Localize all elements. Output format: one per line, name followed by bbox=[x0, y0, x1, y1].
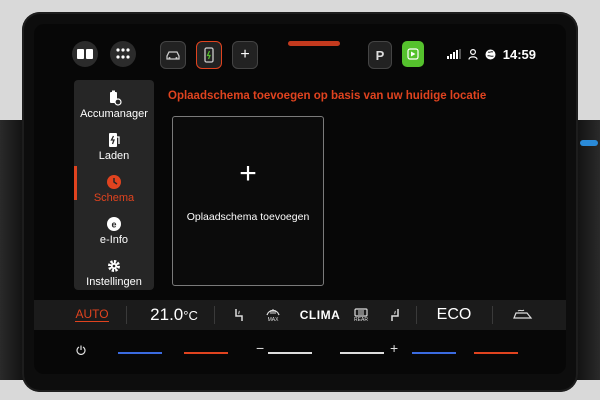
volume-slider-right[interactable] bbox=[340, 352, 384, 354]
seat-heat-icon bbox=[391, 309, 399, 321]
schedule-icon bbox=[107, 175, 121, 189]
top-bar: + P 14:59 bbox=[34, 24, 566, 70]
battery-manager-icon bbox=[110, 90, 122, 106]
divider bbox=[126, 306, 127, 324]
sidebar-item-accumanager[interactable]: Accumanager bbox=[74, 84, 154, 126]
parking-button[interactable]: P bbox=[368, 41, 392, 69]
temperature-unit: °C bbox=[183, 307, 198, 323]
auto-climate-button[interactable]: AUTO bbox=[72, 300, 112, 330]
page-title: Oplaadschema toevoegen op basis van uw h… bbox=[168, 90, 487, 102]
signal-strength-icon bbox=[446, 49, 461, 59]
ambient-light-strip bbox=[580, 140, 598, 146]
passenger-temp-slider-warm[interactable] bbox=[474, 352, 518, 354]
add-charging-schedule-card[interactable]: + Oplaadschema toevoegen bbox=[172, 116, 324, 286]
status-area: 14:59 bbox=[446, 42, 536, 66]
driver-temp-slider-warm[interactable] bbox=[184, 352, 228, 354]
eco-mode-button[interactable]: ECO bbox=[432, 300, 476, 330]
gear-icon bbox=[108, 260, 120, 272]
user-profile-icon bbox=[468, 48, 478, 60]
dashboard-right bbox=[576, 120, 600, 380]
charging-shortcut-button[interactable] bbox=[196, 41, 222, 69]
sidebar-item-label: Schema bbox=[93, 192, 135, 204]
divider bbox=[492, 306, 493, 324]
car-icon bbox=[166, 51, 180, 60]
sidebar-item-instellingen[interactable]: Instellingen bbox=[74, 252, 154, 294]
driver-temp-slider-cold[interactable] bbox=[118, 352, 162, 354]
split-screen-icon bbox=[77, 49, 93, 59]
add-shortcut-button[interactable]: + bbox=[232, 41, 258, 69]
seat-heat-icon bbox=[235, 309, 243, 321]
sidebar-item-laden[interactable]: Laden bbox=[74, 126, 154, 168]
rear-label: REAR bbox=[354, 316, 368, 323]
sidebar: Accumanager Laden Schema e e-Info Instel… bbox=[74, 80, 154, 290]
car-airflow-icon bbox=[513, 309, 533, 319]
svg-text:e: e bbox=[111, 220, 116, 230]
vehicle-climate-button[interactable] bbox=[508, 300, 538, 330]
apps-grid-icon bbox=[116, 48, 130, 59]
divider bbox=[416, 306, 417, 324]
temperature-display[interactable]: 21.0 °C bbox=[144, 300, 204, 330]
passenger-temp-slider-cold[interactable] bbox=[412, 352, 456, 354]
globe-icon bbox=[485, 49, 496, 59]
sidebar-item-e-info[interactable]: e e-Info bbox=[74, 210, 154, 252]
sidebar-item-label: Accumanager bbox=[80, 108, 148, 120]
seat-heating-driver-button[interactable] bbox=[228, 300, 250, 330]
carplay-icon bbox=[407, 48, 419, 60]
clock: 14:59 bbox=[502, 46, 536, 62]
bottom-controls: − + bbox=[34, 336, 566, 374]
dashboard-left bbox=[0, 120, 24, 380]
infotainment-screen: + P 14:59 Accumanager Laden Schema e e-I… bbox=[34, 24, 566, 374]
sidebar-item-schema[interactable]: Schema bbox=[74, 168, 154, 210]
eco-label: ECO bbox=[436, 306, 472, 323]
rear-defrost-button[interactable]: REAR bbox=[348, 300, 374, 330]
clima-button[interactable]: CLIMA bbox=[298, 300, 342, 330]
notification-handle[interactable] bbox=[288, 41, 340, 46]
plus-icon: + bbox=[239, 157, 257, 190]
auto-label: AUTO bbox=[75, 307, 109, 322]
volume-slider-left[interactable] bbox=[268, 352, 312, 354]
add-card-caption: Oplaadschema toevoegen bbox=[186, 211, 310, 223]
e-info-icon: e bbox=[107, 217, 121, 231]
sidebar-item-label: e-Info bbox=[99, 234, 129, 246]
divider bbox=[214, 306, 215, 324]
charging-station-icon bbox=[109, 133, 120, 147]
volume-down-button[interactable]: − bbox=[256, 340, 264, 356]
sidebar-item-label: Instellingen bbox=[86, 276, 142, 288]
sidebar-item-label: Laden bbox=[98, 150, 130, 162]
carplay-button[interactable] bbox=[402, 41, 424, 67]
climate-bar: AUTO 21.0 °C MAX CLIMA REAR ECO bbox=[34, 300, 566, 330]
clima-label: CLIMA bbox=[299, 308, 341, 322]
charging-station-icon bbox=[204, 47, 214, 63]
volume-up-button[interactable]: + bbox=[390, 340, 398, 356]
seat-heating-passenger-button[interactable] bbox=[384, 300, 406, 330]
split-screen-button[interactable] bbox=[72, 41, 98, 67]
max-label: MAX bbox=[267, 317, 279, 323]
max-defrost-button[interactable]: MAX bbox=[260, 300, 286, 330]
rear-defrost-icon bbox=[354, 307, 368, 317]
power-icon-glyph bbox=[76, 345, 86, 355]
vehicle-shortcut-button[interactable] bbox=[160, 41, 186, 69]
defrost-icon bbox=[266, 309, 280, 316]
temperature-value: 21.0 bbox=[150, 305, 184, 324]
power-icon[interactable] bbox=[76, 345, 86, 358]
apps-menu-button[interactable] bbox=[110, 41, 136, 67]
